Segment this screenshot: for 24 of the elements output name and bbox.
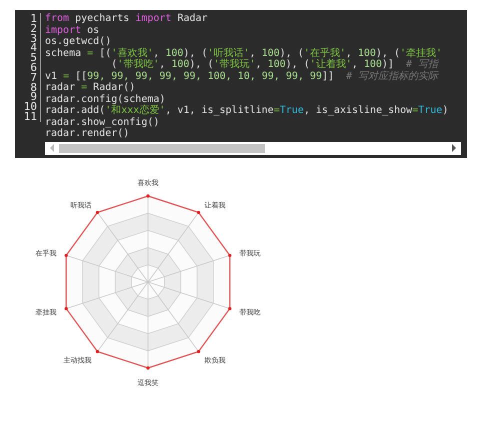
scroll-right-icon[interactable] (451, 144, 457, 152)
line-number: 5 (29, 53, 37, 63)
code-line: v1 = [[99, 99, 99, 99, 99, 100, 10, 99, 99, 99]] # 写对应指标的实际 (45, 70, 440, 82)
code-line: import os (45, 24, 100, 36)
code-line: radar.render() (45, 128, 130, 140)
line-number: 9 (30, 92, 37, 102)
line-number: 7 (29, 72, 37, 83)
code-line: radar.add('和xxx恋爱', v1, is_splitline=True, is_axisline_show=True) (45, 105, 450, 116)
line-number: 4 (29, 43, 37, 54)
code-line: from pyecharts import Radar (45, 13, 209, 24)
line-number: 11 (22, 112, 37, 122)
code-line: radar.show_config() (45, 116, 160, 128)
line-number: 1 (29, 14, 37, 24)
code-line: ('带我吃', 100), ('带我玩', 100), ('让着我', 100)] # 写指 (110, 59, 440, 70)
code-line: radar.config(schema) (45, 94, 166, 104)
line-number: 3 (29, 34, 37, 44)
code-line: radar = Radar() (45, 82, 136, 94)
code-line: os.getwcd() (45, 36, 112, 48)
line-number: 2 (29, 24, 37, 34)
line-number: 8 (29, 82, 37, 92)
line-number: 6 (29, 62, 37, 73)
code-line: schema = [('喜欢我', 100), ('听我话', 100), ('在乎我', 100), ('牵挂我' (45, 48, 444, 58)
horizontal-scrollbar[interactable] (45, 142, 461, 154)
line-number: 10 (22, 102, 37, 112)
